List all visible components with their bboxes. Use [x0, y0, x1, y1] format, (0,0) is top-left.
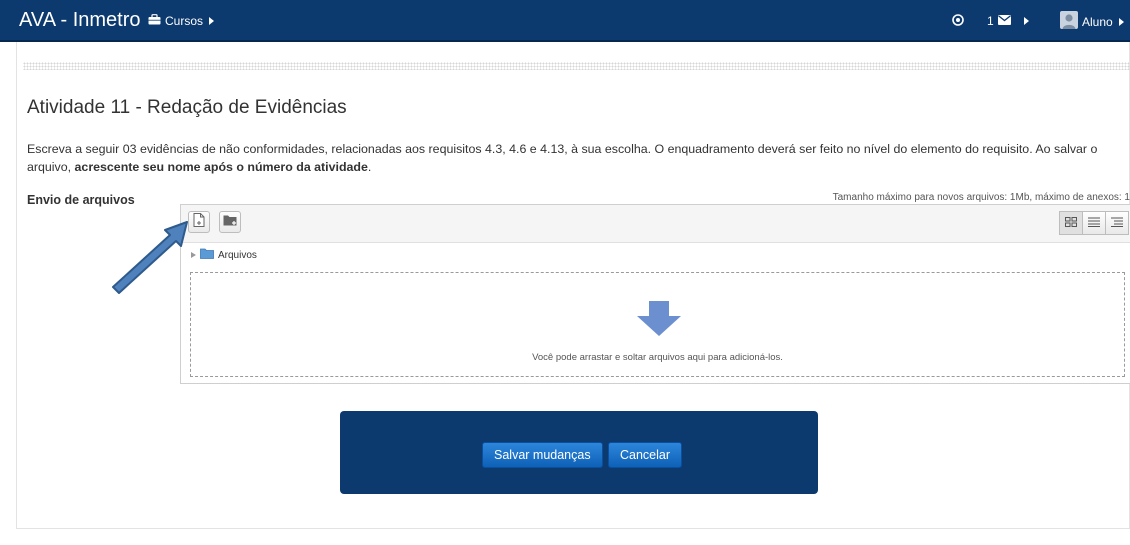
description-end: .: [367, 160, 372, 174]
courses-label: Cursos: [165, 14, 204, 28]
user-name: Aluno: [1082, 14, 1113, 29]
page-title: Atividade 11 - Redação de Evidências: [27, 97, 347, 118]
folder-icon: [200, 248, 214, 262]
envelope-icon: [997, 14, 1011, 28]
caret-right-icon: [1023, 17, 1029, 25]
description-bold-text: acrescente seu nome após o número da ati…: [74, 160, 368, 174]
messages-menu[interactable]: 1: [987, 14, 1029, 28]
cancel-button[interactable]: Cancelar: [608, 442, 683, 468]
notifications-button[interactable]: [952, 14, 964, 29]
down-arrow-icon: [637, 301, 681, 341]
list-icon: [1088, 214, 1100, 232]
briefcase-icon: [148, 14, 161, 28]
folder-label: Arquivos: [218, 249, 257, 261]
caret-right-icon: [209, 17, 215, 25]
form-buttons-panel: Salvar mudanças Cancelar: [340, 411, 818, 494]
drop-zone-message: Você pode arrastar e soltar arquivos aqu…: [532, 352, 783, 363]
avatar: [1060, 11, 1078, 32]
site-brand[interactable]: AVA - Inmetro: [19, 9, 141, 32]
add-folder-icon: [223, 213, 238, 231]
dotted-divider: [23, 62, 1130, 70]
tree-icon: [1111, 214, 1123, 232]
folder-path[interactable]: Arquivos: [191, 248, 257, 262]
top-navbar: AVA - Inmetro Cursos 1 Aluno: [0, 0, 1130, 42]
user-menu[interactable]: Aluno: [1060, 11, 1124, 32]
file-manager: Arquivos Você pode arrastar e soltar arq…: [180, 204, 1130, 384]
file-manager-toolbar: [181, 205, 1130, 243]
annotation-arrow-icon: [106, 216, 192, 303]
file-size-limit: Tamanho máximo para novos arquivos: 1Mb,…: [832, 192, 1130, 203]
add-file-icon: [193, 212, 205, 232]
message-count: 1: [987, 14, 994, 28]
drop-zone[interactable]: Você pode arrastar e soltar arquivos aqu…: [190, 272, 1125, 377]
create-folder-button[interactable]: [219, 211, 241, 233]
view-mode-group: [1059, 211, 1129, 235]
tree-view-button[interactable]: [1105, 211, 1129, 235]
file-upload-label: Envio de arquivos: [27, 193, 135, 207]
courses-menu[interactable]: Cursos: [148, 14, 215, 28]
circle-dot-icon: [952, 14, 964, 29]
grid-icon: [1065, 214, 1077, 232]
save-changes-button[interactable]: Salvar mudanças: [482, 442, 603, 468]
caret-right-icon: [1118, 17, 1124, 26]
icons-view-button[interactable]: [1059, 211, 1083, 235]
activity-description: Escreva a seguir 03 evidências de não co…: [27, 140, 1122, 176]
list-view-button[interactable]: [1082, 211, 1106, 235]
